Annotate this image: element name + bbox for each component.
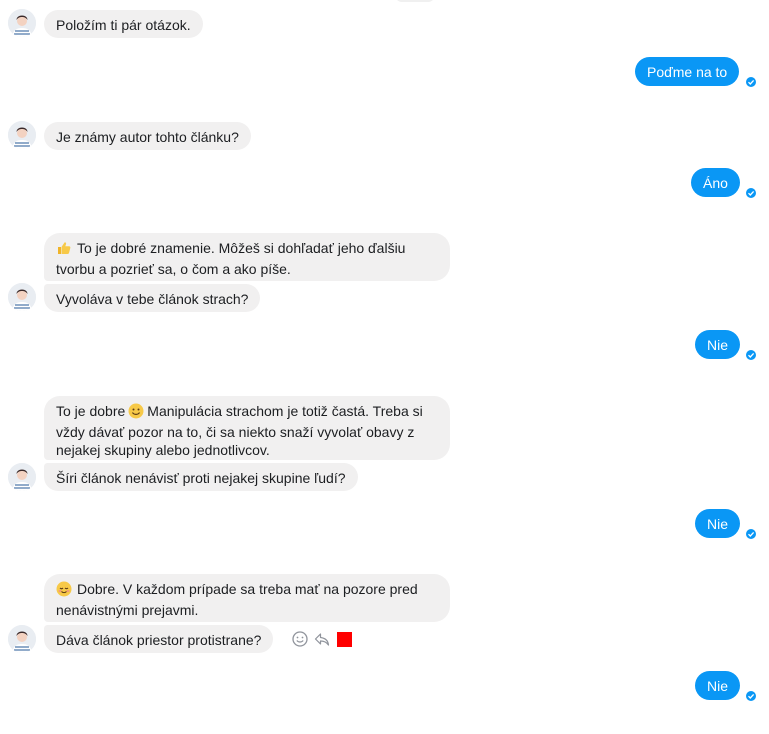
incoming-message: Šíri článok nenávisť proti nejakej skupi…	[44, 463, 358, 491]
incoming-message-text: To je dobré znamenie. Môžeš si dohľadať …	[56, 240, 406, 277]
relieved-emoji	[56, 581, 72, 601]
message-actions	[291, 629, 352, 649]
check-circle-icon	[745, 187, 757, 199]
incoming-message: Dobre. V každom prípade sa treba mať na …	[44, 574, 450, 622]
bot-avatar	[8, 283, 36, 311]
outgoing-message: Áno	[691, 168, 740, 197]
highlight-square	[337, 631, 352, 647]
incoming-message: To je dobre Manipulácia strachom je toti…	[44, 396, 450, 460]
incoming-message: Je známy autor tohto článku?	[44, 122, 251, 150]
bot-avatar	[8, 121, 36, 149]
reply-icon[interactable]	[313, 630, 331, 648]
outgoing-message: Nie	[695, 330, 741, 359]
outgoing-message: Nie	[695, 671, 741, 700]
thumbs-up-emoji	[56, 240, 72, 260]
smile-emoji	[128, 403, 144, 423]
previous-message-fragment	[395, 0, 435, 2]
outgoing-message: Nie	[695, 509, 741, 538]
outgoing-message: Poďme na to	[635, 57, 740, 86]
bot-avatar	[8, 625, 36, 653]
bot-avatar	[8, 463, 36, 491]
incoming-message-text: To je dobre	[56, 403, 126, 419]
smiley-reaction-icon[interactable]	[291, 630, 309, 648]
incoming-message: Položím ti pár otázok.	[44, 10, 203, 38]
incoming-message: Dáva článok priestor protistrane?	[44, 625, 274, 653]
check-circle-icon	[745, 349, 757, 361]
incoming-message-text: Dobre. V každom prípade sa treba mať na …	[56, 581, 418, 618]
incoming-message: Vyvoláva v tebe článok strach?	[44, 284, 261, 312]
check-circle-icon	[745, 528, 757, 540]
check-circle-icon	[745, 76, 757, 88]
check-circle-icon	[745, 690, 757, 702]
bot-avatar	[8, 9, 36, 37]
incoming-message: To je dobré znamenie. Môžeš si dohľadať …	[44, 233, 450, 281]
